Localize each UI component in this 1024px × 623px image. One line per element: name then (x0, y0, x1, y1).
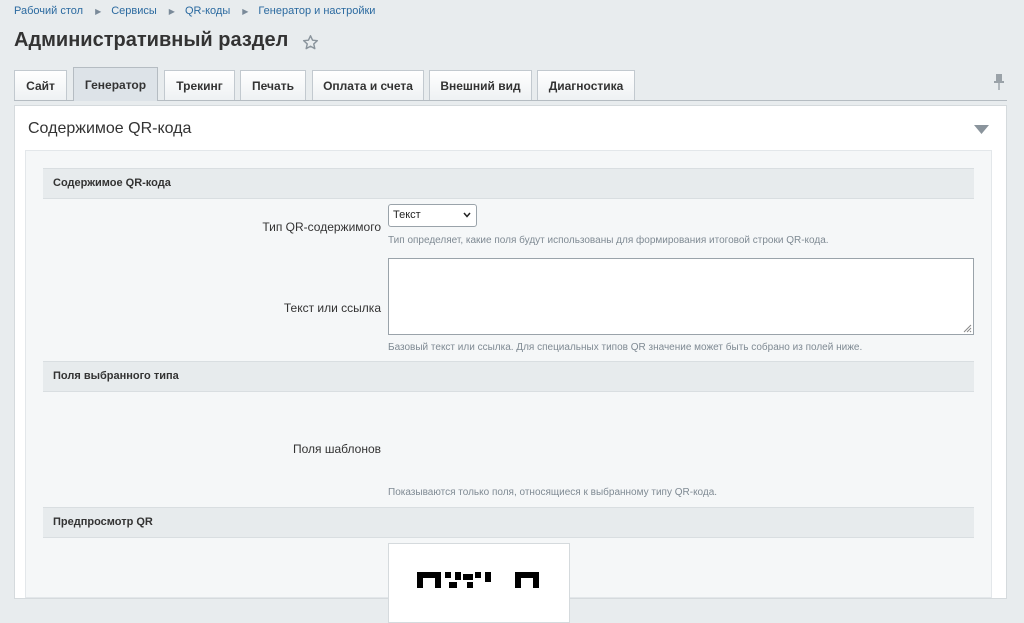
tab-tracking[interactable]: Трекинг (164, 70, 235, 100)
breadcrumb-link-qr-codes[interactable]: QR-коды (185, 5, 230, 17)
tab-print[interactable]: Печать (240, 70, 306, 100)
tab-site[interactable]: Сайт (14, 70, 67, 100)
tab-payments-invoices[interactable]: Оплата и счета (312, 70, 424, 100)
resize-handle-icon[interactable] (962, 323, 972, 333)
tab-generator[interactable]: Генератор (73, 67, 158, 101)
title-row: Административный раздел (14, 29, 319, 52)
qr-type-hint: Тип определяет, какие поля будут использ… (388, 235, 829, 246)
tab-diagnostics[interactable]: Диагностика (537, 70, 635, 100)
collapse-icon[interactable] (974, 125, 989, 134)
breadcrumb-link-generator-settings[interactable]: Генератор и настройки (258, 5, 375, 17)
breadcrumb-separator-icon: ▶ (242, 6, 249, 16)
form-container: Содержимое QR-кода Тип QR-содержимого Те… (25, 150, 992, 623)
panel-title: Содержимое QR-кода (28, 120, 192, 137)
template-fields-label: Поля шаблонов (293, 442, 381, 456)
text-or-link-label: Текст или ссылка (283, 301, 381, 315)
breadcrumb-separator-icon: ▶ (95, 6, 102, 16)
qr-preview-box (388, 543, 570, 623)
breadcrumb-link-services[interactable]: Сервисы (111, 5, 157, 17)
page-title: Административный раздел (14, 29, 289, 51)
qr-code-image (417, 572, 539, 588)
star-icon[interactable] (302, 34, 319, 51)
pin-icon[interactable] (991, 73, 1007, 91)
qr-type-selected-value: Текст (393, 209, 421, 221)
section-header-type-fields: Поля выбранного типа (43, 361, 974, 392)
qr-type-label: Тип QR-содержимого (262, 220, 381, 234)
section-header-qr-preview: Предпросмотр QR (43, 507, 974, 538)
tab-appearance[interactable]: Внешний вид (429, 70, 532, 100)
text-or-link-hint: Базовый текст или ссылка. Для специальны… (388, 342, 863, 353)
template-fields-hint: Показываются только поля, относящиеся к … (388, 487, 718, 498)
breadcrumb-separator-icon: ▶ (168, 6, 175, 16)
breadcrumb-link-desktop[interactable]: Рабочий стол (14, 5, 83, 17)
tab-bar: Сайт Генератор Трекинг Печать Оплата и с… (14, 67, 1007, 101)
qr-type-select[interactable]: Текст (388, 204, 477, 227)
text-or-link-textarea[interactable] (388, 258, 974, 335)
section-header-qr-content: Содержимое QR-кода (43, 168, 974, 199)
chevron-down-icon (463, 212, 471, 218)
breadcrumb: Рабочий стол ▶ Сервисы ▶ QR-коды ▶ Генер… (14, 5, 375, 17)
content-panel: Содержимое QR-кода Содержимое QR-кода Ти… (14, 105, 1007, 623)
